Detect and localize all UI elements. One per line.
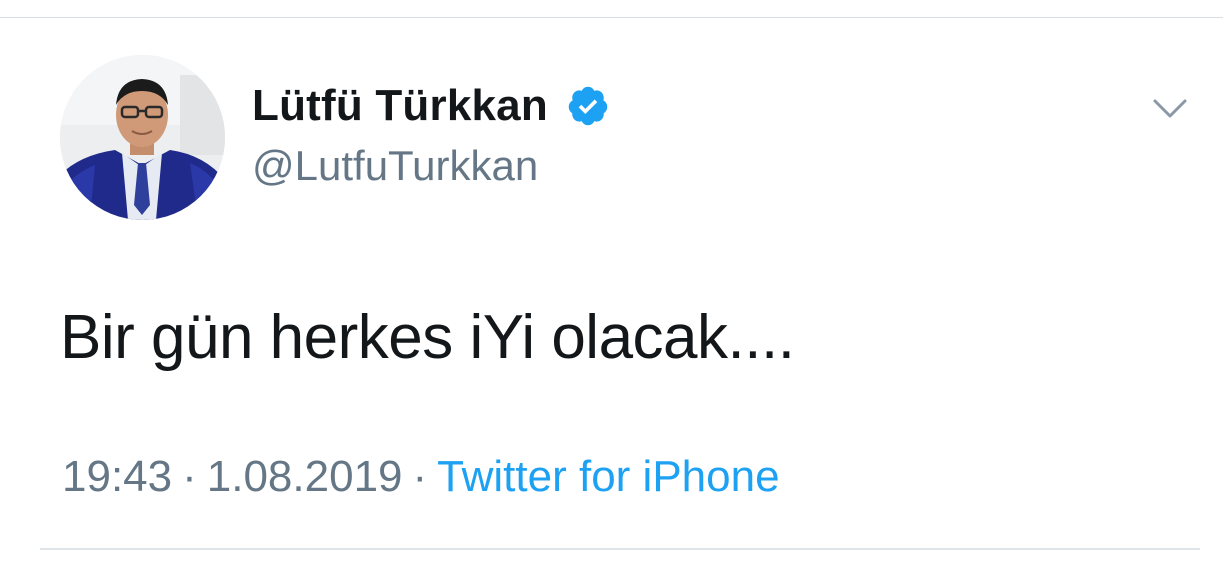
tweet-meta: 19:43 · 1.08.2019 · Twitter for iPhone <box>62 452 780 502</box>
avatar-photo <box>60 55 225 220</box>
name-row: Lütfü Türkkan <box>252 78 610 134</box>
tweet-date[interactable]: 1.08.2019 <box>207 452 403 501</box>
tweet-source-link[interactable]: Twitter for iPhone <box>437 452 779 501</box>
display-name[interactable]: Lütfü Türkkan <box>252 81 548 131</box>
tweet-menu-button[interactable] <box>1152 97 1188 121</box>
meta-separator: · <box>182 452 197 501</box>
meta-separator: · <box>412 452 428 501</box>
avatar[interactable] <box>60 55 225 220</box>
chevron-down-icon <box>1153 99 1187 118</box>
tweet-time[interactable]: 19:43 <box>62 452 172 501</box>
bottom-divider <box>40 548 1200 550</box>
verified-badge-icon <box>566 84 610 128</box>
user-info: Lütfü Türkkan @LutfuTurkkan <box>252 78 610 190</box>
tweet-text: Bir gün herkes iYi olacak.... <box>60 303 795 372</box>
user-handle[interactable]: @LutfuTurkkan <box>252 142 610 190</box>
top-divider <box>0 17 1223 18</box>
